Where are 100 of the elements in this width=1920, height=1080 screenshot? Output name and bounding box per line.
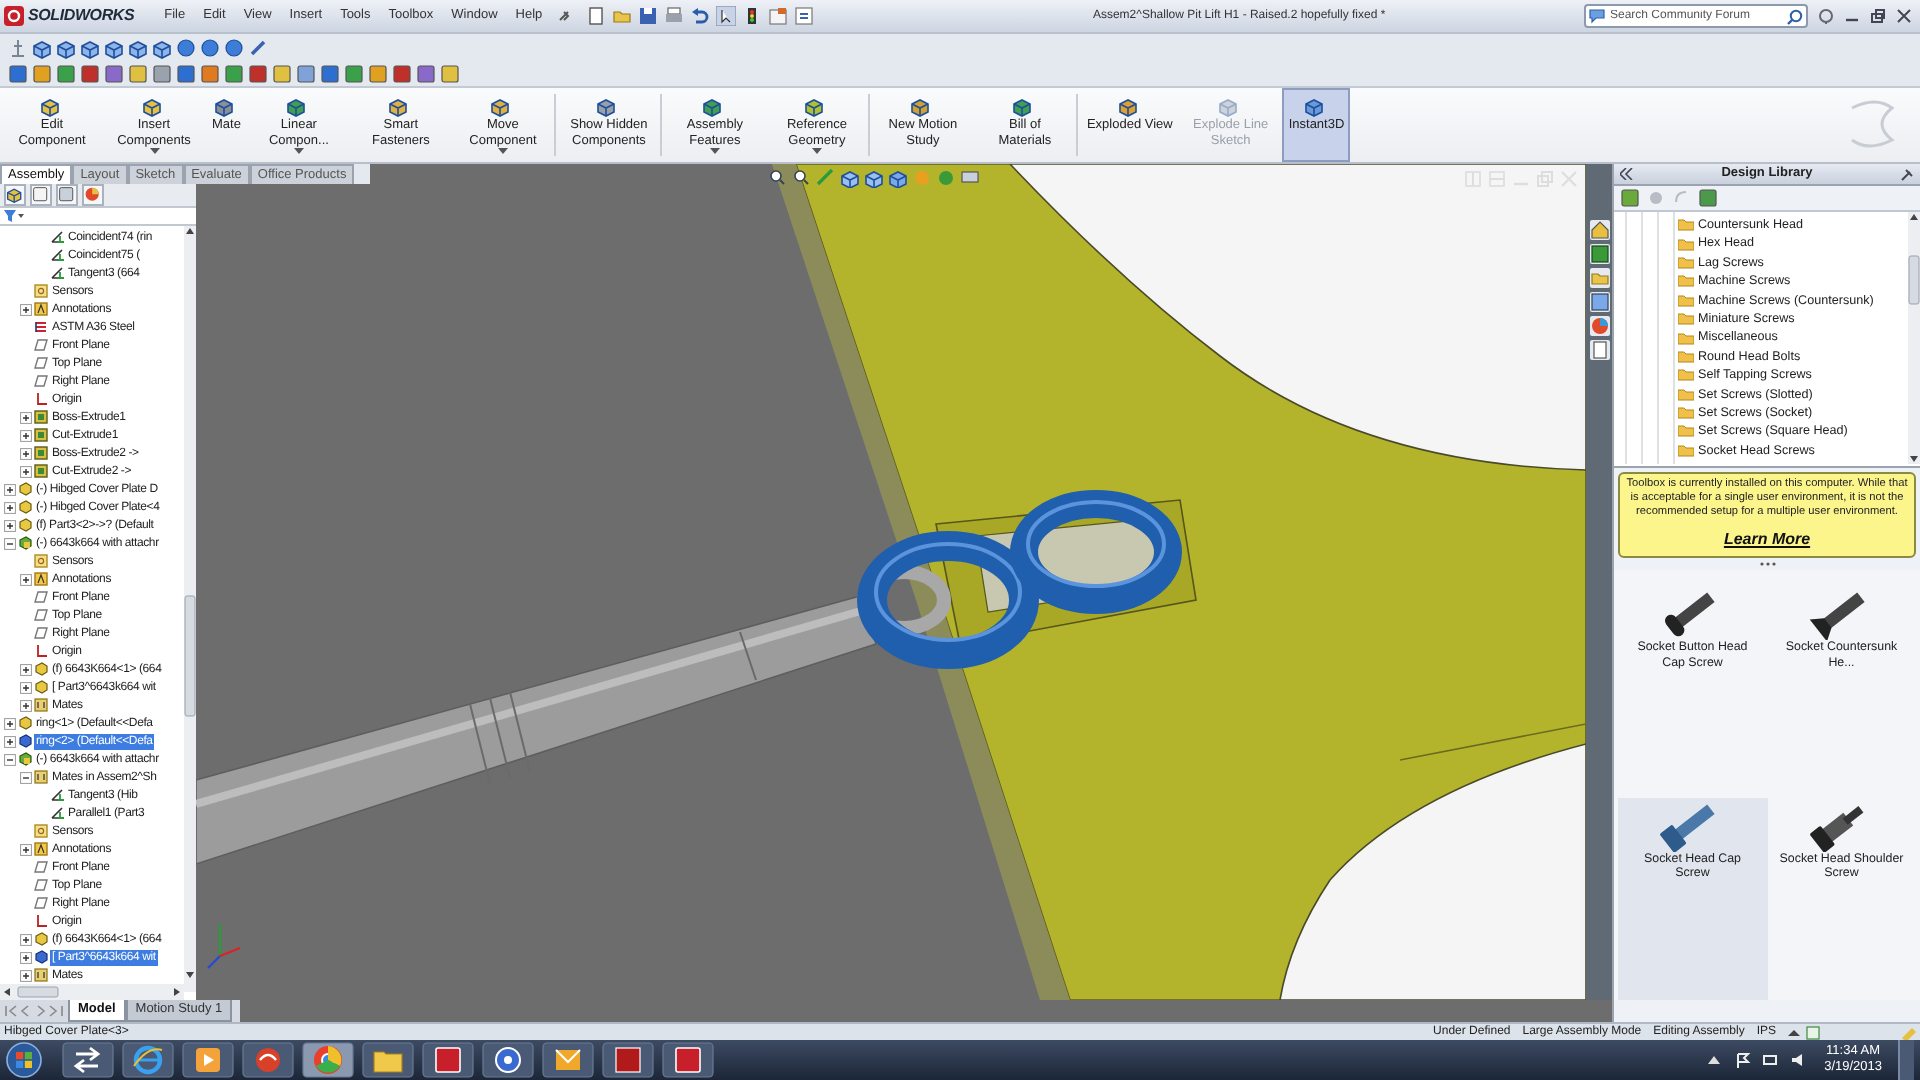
expand-toggle[interactable] bbox=[4, 753, 16, 765]
envelope-icon[interactable] bbox=[542, 1042, 594, 1078]
expand-toggle[interactable] bbox=[20, 465, 32, 477]
annotation-icon bbox=[34, 572, 48, 586]
app-icon[interactable] bbox=[422, 1042, 474, 1078]
hierarchy-icon[interactable] bbox=[4, 184, 26, 207]
part-icon bbox=[804, 96, 829, 118]
expand-toggle[interactable] bbox=[20, 681, 32, 693]
expand-toggle[interactable] bbox=[20, 573, 32, 585]
annotation-icon bbox=[34, 302, 48, 316]
vertical-scrollbar[interactable] bbox=[1908, 212, 1920, 464]
cube-icon[interactable] bbox=[152, 37, 172, 59]
house-icon[interactable] bbox=[1589, 220, 1609, 240]
expand-toggle[interactable] bbox=[20, 843, 32, 855]
expand-toggle[interactable] bbox=[4, 483, 16, 495]
filter-icon[interactable] bbox=[4, 209, 24, 224]
flag-icon[interactable] bbox=[1732, 1050, 1753, 1070]
part-icon bbox=[388, 96, 413, 118]
cube-icon[interactable] bbox=[32, 37, 52, 59]
tile-icon[interactable] bbox=[1488, 170, 1506, 188]
part-icon bbox=[702, 96, 727, 118]
part-icon bbox=[490, 96, 515, 118]
list-icon[interactable] bbox=[794, 6, 815, 26]
cursor-icon[interactable] bbox=[716, 6, 737, 26]
expand-toggle[interactable] bbox=[4, 717, 16, 729]
swirl-icon[interactable] bbox=[242, 1042, 294, 1078]
expand-toggle[interactable] bbox=[20, 771, 32, 783]
restore-icon[interactable] bbox=[1870, 8, 1886, 24]
monitor-icon[interactable] bbox=[960, 168, 980, 188]
axis-triad-icon bbox=[207, 924, 241, 969]
mate-icon bbox=[50, 248, 64, 262]
cube-icon[interactable] bbox=[840, 168, 860, 188]
document-icon[interactable] bbox=[1589, 340, 1609, 360]
collapse-icon[interactable] bbox=[1620, 168, 1634, 180]
assembly-icon bbox=[18, 536, 32, 550]
origin-icon bbox=[34, 644, 48, 658]
splitter-handle[interactable] bbox=[1757, 560, 1777, 568]
folder-icon[interactable] bbox=[1589, 268, 1609, 288]
mate-icon bbox=[50, 806, 64, 820]
close-icon[interactable] bbox=[1896, 8, 1912, 24]
cube-icon[interactable] bbox=[56, 37, 76, 59]
expand-toggle[interactable] bbox=[20, 447, 32, 459]
expand-toggle[interactable] bbox=[20, 933, 32, 945]
play-icon[interactable] bbox=[182, 1042, 234, 1078]
caret-icon bbox=[497, 148, 508, 156]
mates-folder-icon bbox=[34, 770, 48, 784]
appearance-icon[interactable] bbox=[82, 184, 104, 207]
app-icon[interactable] bbox=[662, 1042, 714, 1078]
mate-icon bbox=[50, 266, 64, 280]
part-icon bbox=[214, 96, 239, 118]
expand-toggle[interactable] bbox=[20, 951, 32, 963]
pencil-icon[interactable] bbox=[248, 38, 268, 58]
mates-folder-icon bbox=[34, 698, 48, 712]
expand-toggle[interactable] bbox=[20, 429, 32, 441]
folder-icon[interactable] bbox=[362, 1042, 414, 1078]
logo-icon bbox=[4, 6, 24, 26]
learn-more-link[interactable]: Learn More bbox=[1723, 528, 1811, 552]
expand-toggle[interactable] bbox=[4, 537, 16, 549]
mate-icon bbox=[50, 230, 64, 244]
arrows-icon[interactable] bbox=[62, 1042, 114, 1078]
speech-bubble-icon bbox=[1588, 8, 1606, 24]
magnifier-icon[interactable] bbox=[792, 168, 812, 188]
cube-icon[interactable] bbox=[128, 37, 148, 59]
part-icon bbox=[40, 96, 64, 118]
app-logo: SOLIDWORKS bbox=[28, 4, 135, 28]
app-icon[interactable] bbox=[602, 1042, 654, 1078]
cube-icon[interactable] bbox=[888, 168, 908, 188]
undo-icon[interactable] bbox=[690, 6, 711, 26]
cube-icon[interactable] bbox=[80, 37, 100, 59]
cube-icon[interactable] bbox=[104, 37, 124, 59]
mate-icon bbox=[50, 788, 64, 802]
expand-toggle[interactable] bbox=[20, 663, 32, 675]
caret-icon bbox=[709, 148, 720, 156]
caret-icon bbox=[149, 148, 159, 156]
vertical-scrollbar[interactable] bbox=[184, 226, 196, 992]
part-icon bbox=[1117, 96, 1142, 118]
sensor-icon bbox=[34, 554, 48, 568]
magnifier-icon[interactable] bbox=[768, 168, 788, 188]
part-icon bbox=[1012, 96, 1037, 118]
expand-toggle[interactable] bbox=[4, 501, 16, 513]
horizontal-scrollbar[interactable] bbox=[0, 984, 184, 1000]
expand-toggle[interactable] bbox=[20, 699, 32, 711]
anchor-icon[interactable] bbox=[8, 38, 28, 58]
mates-folder-icon bbox=[34, 968, 48, 982]
printer-icon[interactable] bbox=[664, 6, 685, 26]
expand-toggle[interactable] bbox=[20, 969, 32, 981]
save-icon[interactable] bbox=[638, 6, 659, 26]
expand-toggle[interactable] bbox=[20, 411, 32, 423]
cube-icon[interactable] bbox=[864, 168, 884, 188]
expand-toggle[interactable] bbox=[4, 735, 16, 747]
search-icon[interactable] bbox=[1786, 7, 1804, 25]
expand-toggle[interactable] bbox=[20, 303, 32, 315]
document-icon[interactable] bbox=[586, 6, 607, 26]
tile-icon[interactable] bbox=[1464, 170, 1482, 188]
appearance-icon[interactable] bbox=[1589, 316, 1609, 336]
globe-icon[interactable] bbox=[122, 1042, 174, 1078]
start-button[interactable] bbox=[6, 1042, 42, 1078]
expand-toggle[interactable] bbox=[4, 519, 16, 531]
sensor-icon bbox=[34, 824, 48, 838]
origin-icon bbox=[34, 392, 48, 406]
